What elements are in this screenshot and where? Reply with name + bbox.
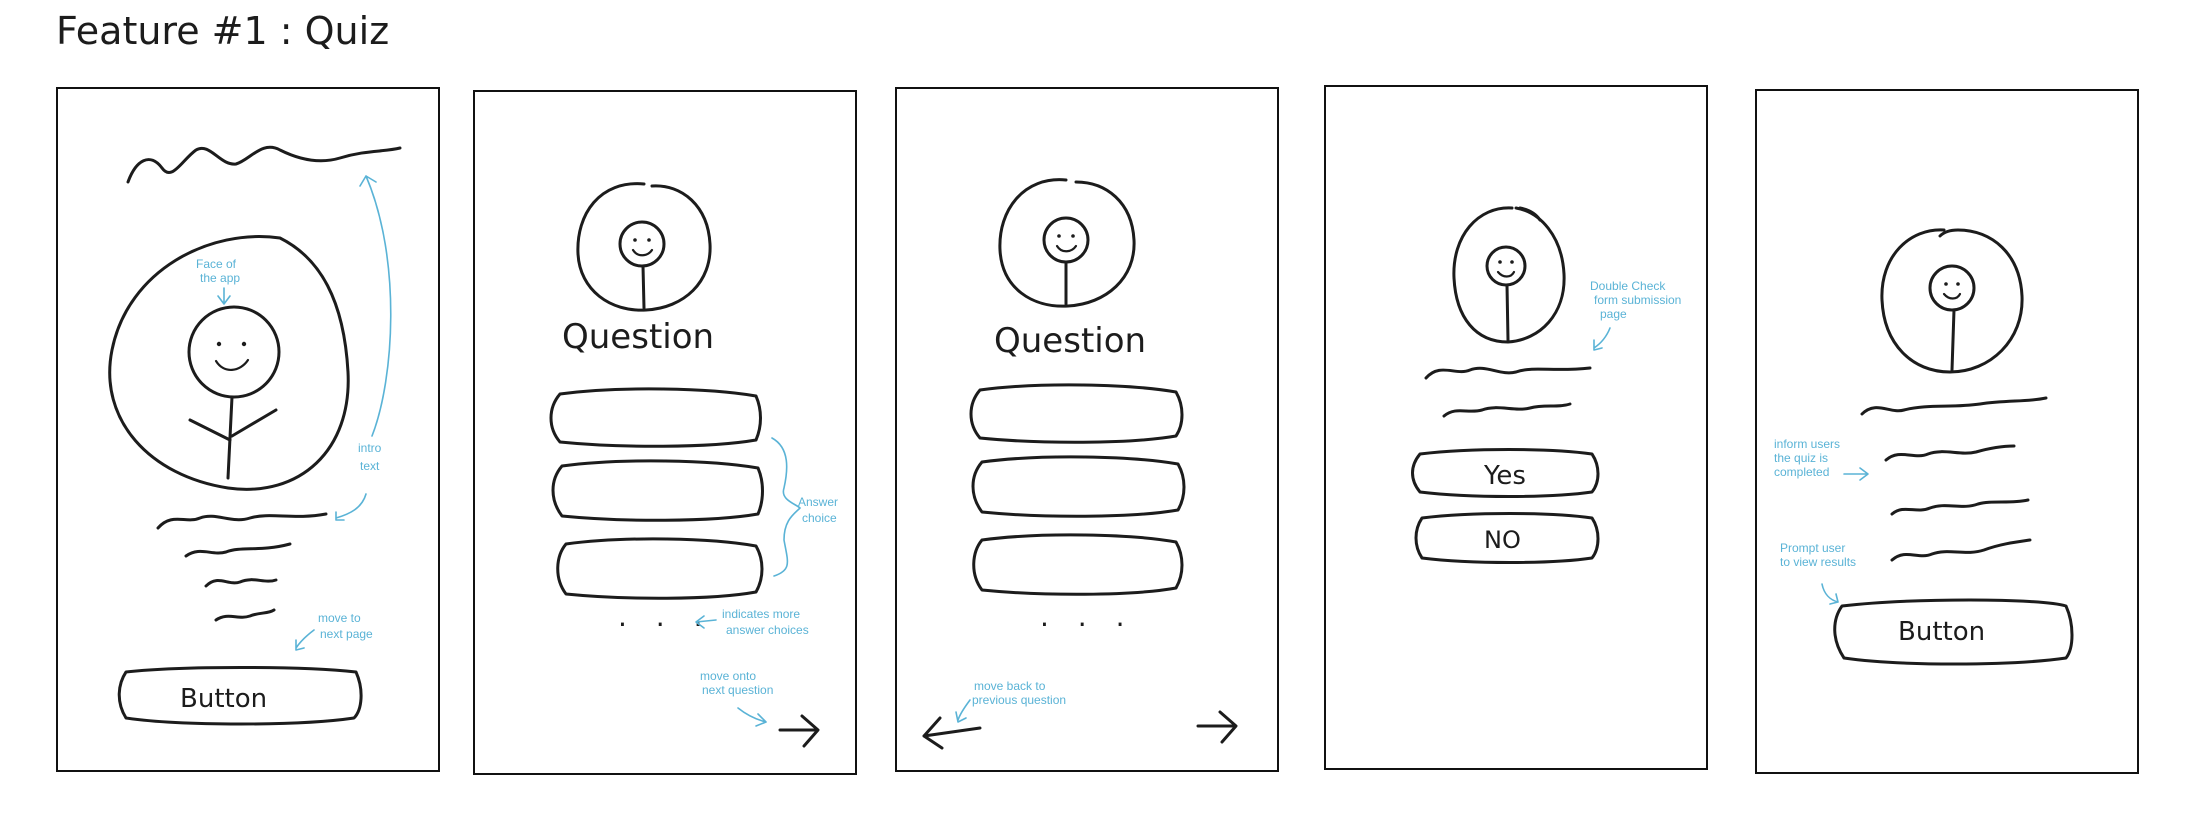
question-heading: Question <box>994 321 1146 361</box>
answer-choice[interactable] <box>556 537 764 600</box>
svg-text:Double Check: Double Check <box>1590 279 1666 293</box>
annotation-next-page: move to next page <box>295 611 373 651</box>
phone-frame <box>473 90 857 775</box>
yes-button[interactable]: Yes <box>1411 448 1600 498</box>
stick-figure-icon <box>998 178 1136 308</box>
confirm-text-line <box>1442 402 1572 418</box>
view-results-button-label: Button <box>1898 617 1985 647</box>
right-arrow-icon[interactable] <box>1196 710 1238 744</box>
more-choices-ellipsis: . . . <box>1040 600 1135 633</box>
svg-text:inform users: inform users <box>1774 437 1840 451</box>
question-heading: Question <box>562 317 714 357</box>
stick-figure-icon <box>187 305 281 480</box>
svg-text:next page: next page <box>320 627 373 641</box>
svg-text:completed: completed <box>1774 465 1829 479</box>
svg-text:page: page <box>1600 307 1627 321</box>
stick-figure-icon <box>1880 228 2024 374</box>
answer-choice[interactable] <box>969 383 1184 444</box>
svg-text:to view results: to view results <box>1780 555 1856 569</box>
svg-text:Prompt user: Prompt user <box>1780 541 1845 555</box>
complete-text-line <box>1884 444 2016 462</box>
page-title: Feature #1 : Quiz <box>56 9 389 53</box>
start-button-label: Button <box>180 684 267 714</box>
no-button[interactable]: NO <box>1414 512 1600 564</box>
svg-text:the app: the app <box>200 271 240 285</box>
frame-question: Question . . . Answer choice indicates m… <box>473 90 857 775</box>
phone-frame <box>1324 85 1708 770</box>
svg-text:text: text <box>360 459 380 473</box>
svg-text:Face of: Face of <box>196 257 237 271</box>
title-squiggle <box>126 145 402 184</box>
annotation-double-check: Double Check form submission page <box>1590 279 1681 351</box>
svg-text:indicates more: indicates more <box>722 607 800 621</box>
svg-text:move to: move to <box>318 611 361 625</box>
svg-text:Answer: Answer <box>798 495 838 509</box>
start-button[interactable]: Button <box>117 666 363 726</box>
left-arrow-icon[interactable] <box>922 716 982 750</box>
annotation-next-question: move onto next question <box>700 669 773 727</box>
svg-text:next question: next question <box>702 683 773 697</box>
svg-text:intro: intro <box>358 441 382 455</box>
right-arrow-icon[interactable] <box>778 714 820 748</box>
frame-question-back: Question . . . move back to previous que… <box>895 87 1279 772</box>
answer-choice[interactable] <box>972 533 1184 596</box>
frame-confirm: Yes NO Double Check form submission page <box>1324 85 1708 770</box>
complete-text-line <box>1860 396 2048 416</box>
svg-text:move back to: move back to <box>974 679 1046 693</box>
svg-text:answer choices: answer choices <box>726 623 809 637</box>
no-button-label: NO <box>1484 526 1521 554</box>
view-results-button[interactable]: Button <box>1833 598 2074 666</box>
annotation-quiz-completed: inform users the quiz is completed <box>1774 437 1869 481</box>
stick-figure-icon <box>1452 206 1566 344</box>
storyboard-canvas: Feature #1 : Quiz Button Face of the app… <box>56 9 2139 775</box>
complete-text-line <box>1890 498 2030 516</box>
annotation-more-choices: indicates more answer choices <box>695 607 809 637</box>
annotation-face: Face of the app <box>196 257 240 305</box>
answer-choice[interactable] <box>551 459 764 522</box>
annotation-view-results: Prompt user to view results <box>1780 541 1856 605</box>
svg-text:move onto: move onto <box>700 669 756 683</box>
svg-text:form submission: form submission <box>1594 293 1681 307</box>
frame-intro: Button Face of the app intro text move t… <box>56 87 440 772</box>
frame-complete: Button inform users the quiz is complete… <box>1755 89 2139 774</box>
intro-text-line <box>204 578 278 588</box>
intro-text-line <box>156 512 328 530</box>
confirm-text-line <box>1424 366 1592 380</box>
phone-frame <box>895 87 1279 772</box>
stick-figure-icon <box>576 182 712 312</box>
intro-text-line <box>184 542 292 558</box>
complete-text-line <box>1890 538 2032 562</box>
phone-frame <box>1755 89 2139 774</box>
annotation-previous-question: move back to previous question <box>955 679 1066 723</box>
yes-button-label: Yes <box>1483 461 1526 491</box>
annotation-intro-text: intro text <box>335 175 392 521</box>
svg-text:previous question: previous question <box>972 693 1066 707</box>
svg-text:the quiz is: the quiz is <box>1774 451 1828 465</box>
intro-text-line <box>214 608 276 622</box>
svg-text:choice: choice <box>802 511 837 525</box>
answer-choice[interactable] <box>971 455 1186 518</box>
answer-choice[interactable] <box>549 387 762 448</box>
annotation-answer-choice: Answer choice <box>771 437 838 577</box>
more-choices-ellipsis: . . . <box>618 600 713 633</box>
